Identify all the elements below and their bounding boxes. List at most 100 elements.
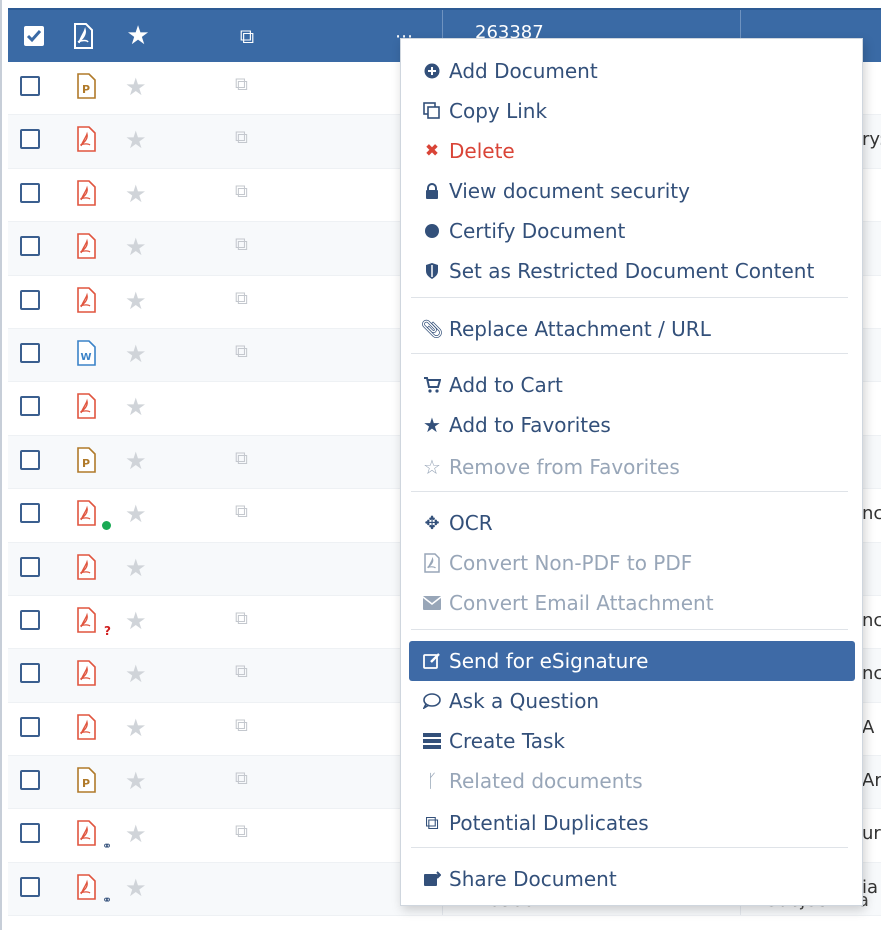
- duplicates-column-icon[interactable]: ⧉: [234, 10, 260, 62]
- row-checkbox[interactable]: [20, 503, 40, 524]
- duplicate-icon[interactable]: ⧉: [235, 503, 248, 521]
- menu-item-label: Delete: [449, 139, 515, 163]
- cart-icon: [417, 377, 447, 393]
- row-checkbox[interactable]: [20, 716, 40, 737]
- pdf-file-icon[interactable]: [76, 607, 96, 633]
- menu-item-send-for-esignature[interactable]: Send for eSignature: [409, 641, 855, 681]
- row-checkbox[interactable]: [20, 823, 40, 844]
- pdf-file-icon[interactable]: [76, 126, 96, 153]
- duplicate-icon[interactable]: ⧉: [235, 716, 248, 735]
- favorite-star-icon[interactable]: ★: [125, 395, 147, 419]
- row-checkbox[interactable]: [20, 663, 40, 684]
- menu-item-label: OCR: [449, 511, 493, 535]
- pdf-column-icon[interactable]: [70, 10, 96, 62]
- favorite-star-icon[interactable]: ★: [125, 662, 147, 686]
- pdf-file-icon[interactable]: [76, 179, 96, 206]
- favorite-star-icon[interactable]: ★: [125, 235, 147, 259]
- comment-icon: [417, 693, 447, 709]
- pdf-file-icon[interactable]: [76, 286, 96, 313]
- favorite-star-icon[interactable]: ★: [125, 182, 147, 206]
- duplicate-icon[interactable]: ⧉: [235, 236, 248, 254]
- pdf-file-icon[interactable]: [76, 500, 96, 526]
- menu-item-share-document[interactable]: Share Document: [401, 859, 862, 899]
- duplicate-icon[interactable]: ⧉: [235, 76, 248, 94]
- row-title-fragment: nc: [862, 609, 881, 631]
- menu-item-convert-non-pdf-to-pdf[interactable]: Convert Non-PDF to PDF: [401, 543, 862, 583]
- row-checkbox[interactable]: [20, 396, 40, 417]
- menu-item-view-document-security[interactable]: View document security: [401, 171, 862, 211]
- row-title-fragment: Ar: [862, 770, 881, 792]
- favorites-column-icon[interactable]: ★: [124, 10, 152, 62]
- row-title-fragment: A 1: [862, 716, 881, 738]
- menu-item-add-to-favorites[interactable]: ★ Add to Favorites: [401, 405, 862, 445]
- ppt-file-icon[interactable]: P: [76, 73, 96, 99]
- row-checkbox[interactable]: [20, 342, 40, 363]
- ppt-file-icon[interactable]: P: [76, 767, 96, 793]
- favorite-star-icon[interactable]: ★: [125, 342, 147, 366]
- favorite-star-icon[interactable]: ★: [125, 716, 147, 740]
- menu-item-set-as-restricted-document-content[interactable]: Set as Restricted Document Content: [401, 251, 862, 291]
- menu-item-copy-link[interactable]: Copy Link: [401, 91, 862, 131]
- duplicate-icon[interactable]: ⧉: [235, 129, 248, 147]
- duplicate-icon[interactable]: ⧉: [235, 770, 248, 788]
- menu-item-convert-email-attachment[interactable]: Convert Email Attachment: [401, 583, 862, 623]
- menu-item-create-task[interactable]: Create Task: [401, 721, 862, 761]
- pdf-file-icon[interactable]: [76, 874, 96, 900]
- menu-item-add-document[interactable]: Add Document: [401, 51, 862, 91]
- row-checkbox[interactable]: [20, 770, 40, 791]
- menu-separator: [411, 847, 848, 848]
- row-checkbox[interactable]: [20, 876, 40, 897]
- star-icon: ★: [423, 413, 441, 437]
- row-checkbox[interactable]: [20, 76, 40, 96]
- favorite-star-icon[interactable]: ★: [125, 822, 147, 846]
- row-checkbox[interactable]: [20, 129, 40, 150]
- duplicate-icon[interactable]: ⧉: [235, 342, 248, 361]
- ppt-file-icon[interactable]: P: [76, 446, 96, 473]
- menu-item-remove-from-favorites[interactable]: ☆ Remove from Favorites: [401, 447, 862, 487]
- duplicate-icon[interactable]: ⧉: [235, 182, 248, 201]
- favorite-star-icon[interactable]: ★: [125, 128, 147, 152]
- pdf-icon: [417, 553, 447, 573]
- menu-item-ocr[interactable]: ✥ OCR: [401, 503, 862, 543]
- favorite-star-icon[interactable]: ★: [125, 289, 147, 313]
- favorite-star-icon[interactable]: ★: [125, 502, 147, 526]
- word-file-icon[interactable]: W: [76, 340, 96, 366]
- row-checkbox[interactable]: [20, 556, 40, 577]
- select-all-checkbox[interactable]: [22, 10, 46, 62]
- pdf-file-icon[interactable]: [76, 553, 96, 580]
- duplicate-icon[interactable]: ⧉: [235, 609, 248, 628]
- menu-item-delete[interactable]: ✖ Delete: [401, 131, 862, 171]
- pdf-file-icon[interactable]: [76, 233, 96, 259]
- favorite-star-icon[interactable]: ★: [125, 75, 147, 99]
- menu-item-related-documents[interactable]: ᚴ Related documents: [401, 761, 862, 801]
- menu-item-potential-duplicates[interactable]: ⧉ Potential Duplicates: [401, 803, 862, 843]
- row-checkbox[interactable]: [20, 609, 40, 630]
- favorite-star-icon[interactable]: ★: [125, 876, 147, 900]
- favorite-star-icon[interactable]: ★: [125, 769, 147, 793]
- duplicate-icon[interactable]: ⧉: [235, 663, 248, 681]
- pdf-file-icon[interactable]: [76, 660, 96, 687]
- row-checkbox[interactable]: [20, 449, 40, 470]
- pdf-file-icon[interactable]: [76, 820, 96, 847]
- menu-item-ask-a-question[interactable]: Ask a Question: [401, 681, 862, 721]
- menu-item-add-to-cart[interactable]: Add to Cart: [401, 365, 862, 405]
- svg-text:P: P: [82, 457, 90, 470]
- duplicate-icon[interactable]: ⧉: [235, 449, 248, 468]
- tasks-icon: [417, 733, 447, 749]
- link-icon: ⚭: [102, 892, 113, 907]
- row-checkbox[interactable]: [20, 236, 40, 257]
- menu-item-label: Send for eSignature: [449, 649, 649, 673]
- duplicate-icon[interactable]: ⧉: [235, 289, 248, 308]
- menu-item-replace-attachment-url[interactable]: 📎︎ Replace Attachment / URL: [401, 309, 862, 349]
- row-checkbox[interactable]: [20, 182, 40, 203]
- favorite-star-icon[interactable]: ★: [125, 609, 147, 633]
- menu-item-certify-document[interactable]: Certify Document: [401, 211, 862, 251]
- favorite-star-icon[interactable]: ★: [125, 556, 147, 580]
- row-checkbox[interactable]: [20, 289, 40, 310]
- pdf-file-icon[interactable]: [76, 393, 96, 420]
- pdf-file-icon[interactable]: [76, 713, 96, 740]
- envelope-icon: [417, 596, 447, 610]
- duplicate-icon[interactable]: ⧉: [235, 823, 248, 841]
- menu-separator: [411, 629, 848, 630]
- favorite-star-icon[interactable]: ★: [125, 449, 147, 473]
